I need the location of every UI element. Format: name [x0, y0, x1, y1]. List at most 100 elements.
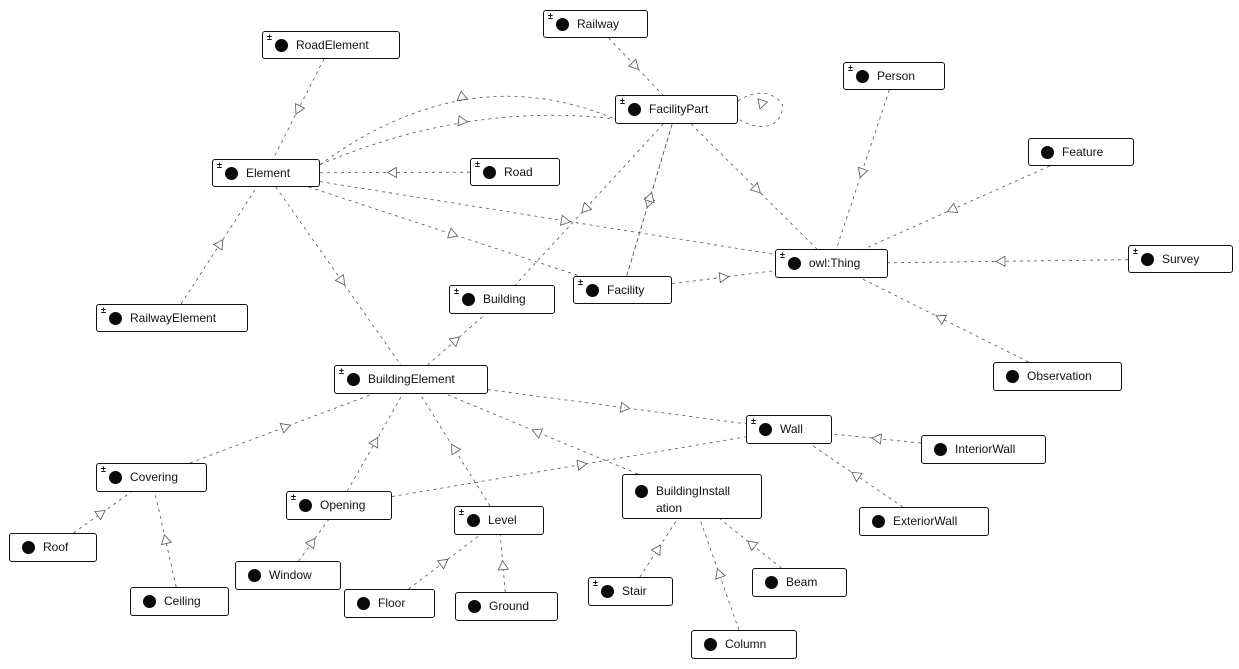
expand-icon[interactable]: ±	[578, 278, 583, 287]
class-dot-icon	[586, 283, 599, 297]
class-node-facility-part[interactable]: ± FacilityPart	[615, 95, 738, 124]
class-node-owl-thing[interactable]: ± owl:Thing	[775, 249, 888, 278]
expand-icon[interactable]: ±	[101, 306, 106, 315]
subclass-arrowhead	[457, 115, 469, 127]
expand-icon[interactable]: ±	[780, 251, 785, 260]
expand-icon[interactable]: ±	[291, 493, 296, 502]
subclass-arrowhead	[451, 443, 462, 456]
class-dot-icon	[347, 373, 360, 386]
class-node-wall[interactable]: ± Wall	[746, 415, 832, 444]
edge-covering-to-building-element	[189, 393, 373, 464]
class-node-building-installation[interactable]: BuildingInstall ation	[622, 474, 762, 519]
class-node-opening[interactable]: ± Opening	[286, 491, 392, 520]
edge-railway-to-facility-part	[608, 37, 664, 96]
class-label: Wall	[780, 422, 803, 436]
class-dot-icon	[483, 165, 496, 179]
class-label: Observation	[1027, 369, 1092, 383]
edge-roof-to-covering	[73, 491, 132, 534]
subclass-arrowhead	[871, 433, 882, 445]
edge-building-installation-to-building-element	[445, 393, 639, 475]
edge-beam-to-building-installation	[719, 518, 782, 569]
class-node-ground[interactable]: Ground	[455, 592, 558, 621]
subclass-arrowhead	[304, 537, 316, 550]
expand-icon[interactable]: ±	[454, 287, 459, 296]
expand-icon[interactable]: ±	[848, 64, 853, 73]
subclass-arrowhead	[531, 428, 544, 439]
class-node-roof[interactable]: Roof	[9, 533, 97, 562]
class-node-facility[interactable]: ± Facility	[573, 276, 672, 304]
class-dot-icon	[248, 569, 261, 582]
class-label: BuildingElement	[368, 372, 455, 386]
expand-icon[interactable]: ±	[267, 33, 272, 42]
expand-icon[interactable]: ±	[548, 12, 553, 21]
expand-icon[interactable]: ±	[751, 417, 756, 426]
class-node-level[interactable]: ± Level	[454, 506, 544, 535]
class-dot-icon	[1041, 145, 1054, 159]
expand-icon[interactable]: ±	[1133, 247, 1138, 256]
edge-line	[275, 186, 402, 366]
class-node-stair[interactable]: ± Stair	[588, 577, 673, 606]
class-label: RoadElement	[296, 37, 369, 52]
class-dot-icon	[556, 17, 569, 31]
class-node-window[interactable]: Window	[235, 561, 341, 590]
class-node-ceiling[interactable]: Ceiling	[130, 587, 229, 616]
class-label: Roof	[43, 540, 69, 554]
class-node-covering[interactable]: ± Covering	[96, 463, 207, 492]
edge-person-to-owl-thing	[835, 89, 890, 250]
edge-line	[515, 123, 664, 286]
class-node-road[interactable]: ± Road	[470, 158, 560, 186]
edge-line	[445, 393, 639, 475]
expand-icon[interactable]: ±	[593, 579, 598, 588]
class-dot-icon	[462, 293, 475, 306]
subclass-arrowhead	[857, 166, 869, 179]
expand-icon[interactable]: ±	[101, 465, 106, 474]
class-dot-icon	[1141, 252, 1154, 266]
edge-railway-element-to-element	[180, 186, 258, 305]
expand-icon[interactable]: ±	[339, 367, 344, 376]
class-node-exterior-wall[interactable]: ExteriorWall	[859, 507, 989, 536]
expand-icon[interactable]: ±	[217, 161, 222, 170]
class-node-column[interactable]: Column	[691, 630, 797, 659]
class-node-railway[interactable]: ± Railway	[543, 10, 648, 38]
class-node-beam[interactable]: Beam	[752, 568, 847, 597]
class-node-observation[interactable]: Observation	[993, 362, 1122, 391]
edge-line	[319, 181, 776, 255]
class-node-person[interactable]: ± Person	[843, 62, 945, 90]
expand-icon[interactable]: ±	[620, 97, 625, 106]
class-node-feature[interactable]: Feature	[1028, 138, 1134, 166]
subclass-arrowhead	[627, 58, 640, 70]
edge-opening-to-building-element	[346, 393, 404, 492]
class-node-railway-element[interactable]: ± RailwayElement	[96, 304, 248, 332]
class-node-floor[interactable]: Floor	[344, 589, 435, 618]
class-label: Opening	[320, 498, 366, 512]
class-dot-icon	[765, 576, 778, 589]
expand-icon[interactable]: ±	[475, 160, 480, 169]
class-node-interior-wall[interactable]: InteriorWall	[921, 435, 1046, 464]
class-node-building[interactable]: ± Building	[449, 285, 555, 314]
class-label: owl:Thing	[809, 256, 861, 270]
expand-icon[interactable]: ±	[459, 508, 464, 517]
edge-road-element-to-element	[272, 58, 325, 160]
class-node-survey[interactable]: ± Survey	[1128, 245, 1233, 273]
edge-ground-to-level	[497, 534, 509, 593]
edge-element-to-facility-part	[319, 114, 616, 166]
subclass-arrowhead	[757, 98, 769, 110]
class-node-building-element[interactable]: ± BuildingElement	[334, 365, 488, 394]
class-dot-icon	[467, 514, 480, 527]
class-label: InteriorWall	[955, 442, 1016, 456]
edge-facility-to-facility-part	[626, 123, 673, 277]
class-label: Window	[269, 568, 312, 582]
subclass-arrowhead	[160, 533, 173, 546]
edge-feature-to-owl-thing	[863, 165, 1050, 250]
ontology-graph-canvas[interactable]: ± RoadElement ± Railway ± FacilityPart ± Person…	[0, 0, 1239, 669]
subclass-arrowhead	[447, 227, 459, 239]
class-node-element[interactable]: ± Element	[212, 159, 320, 187]
subclass-arrowhead	[295, 103, 306, 115]
class-dot-icon	[143, 595, 156, 608]
subclass-arrowhead	[715, 568, 726, 580]
edge-element-to-facility-part	[319, 90, 616, 165]
class-node-road-element[interactable]: ± RoadElement	[262, 31, 400, 59]
class-dot-icon	[628, 103, 641, 116]
class-dot-icon	[759, 423, 772, 436]
edge-element-to-building-element	[275, 186, 402, 366]
